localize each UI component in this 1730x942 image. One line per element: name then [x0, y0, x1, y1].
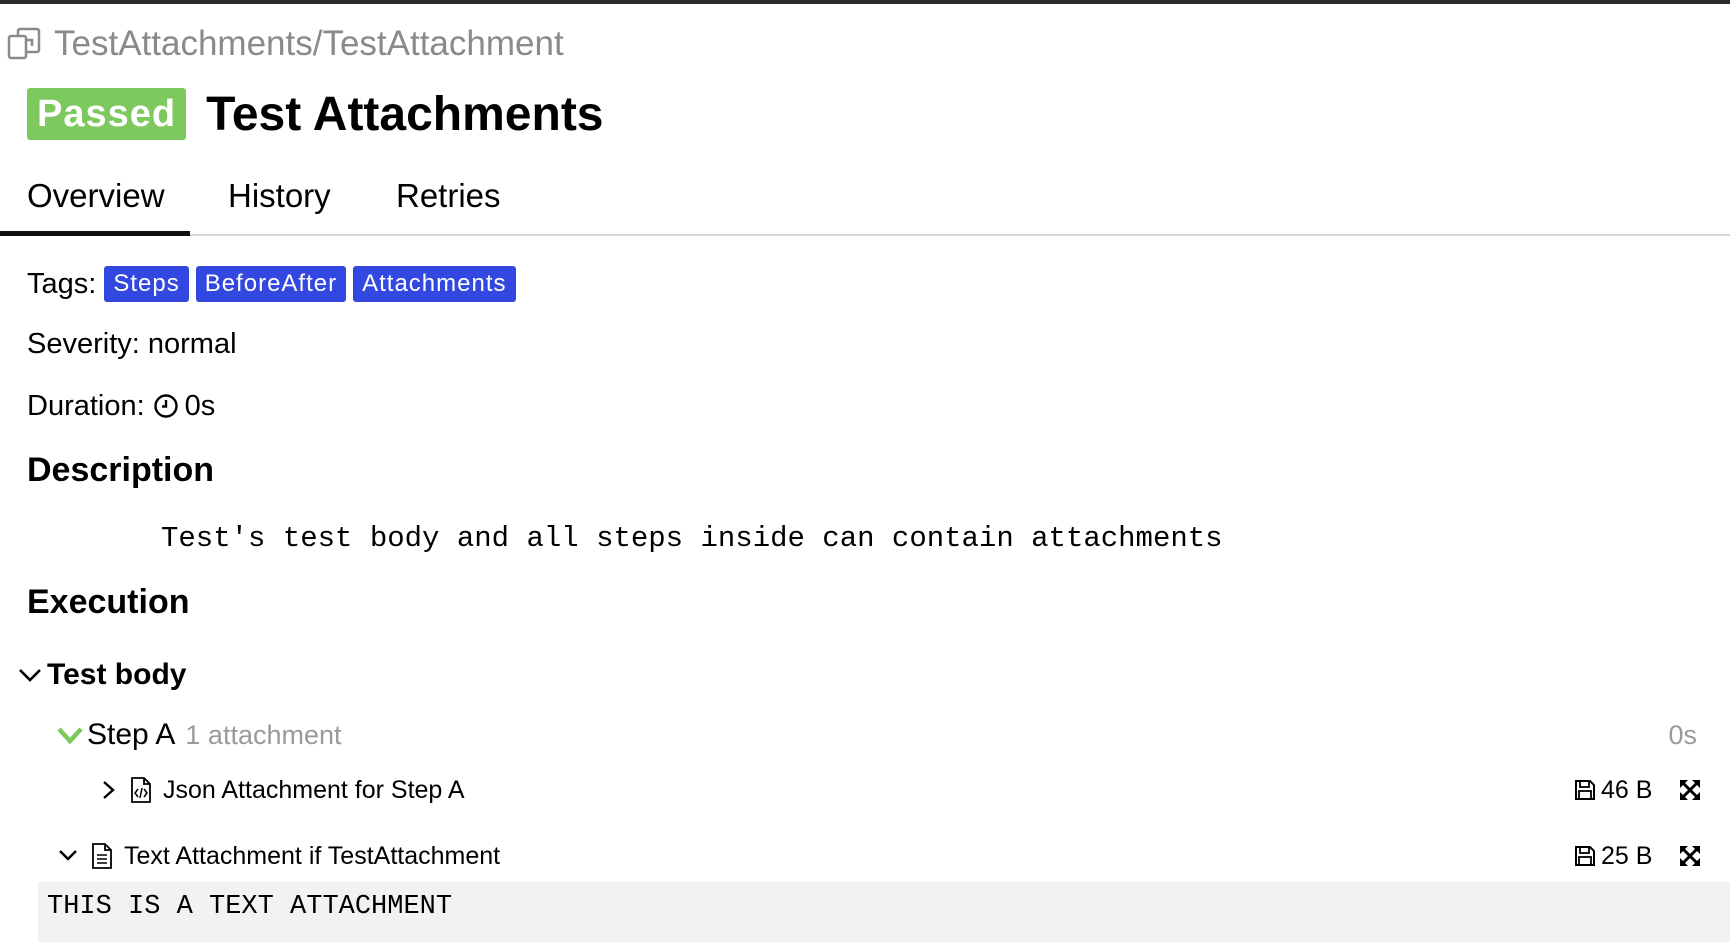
status-badge: Passed [27, 88, 187, 140]
page-title: Test Attachments [206, 87, 604, 141]
attachment-content-text: THIS IS A TEXT ATTACHMENT [47, 892, 453, 922]
tab-overview[interactable]: Overview [0, 168, 190, 236]
step-attachment-count: 1 attachment [185, 719, 342, 750]
tag-steps[interactable]: Steps [104, 266, 189, 302]
title-row: Passed Test Attachments [27, 86, 604, 142]
expand-icon[interactable] [1678, 778, 1702, 802]
description-heading: Description [27, 451, 215, 489]
step-duration: 0s [1668, 719, 1697, 750]
step-row[interactable]: Step A 1 attachment 0s [57, 715, 1697, 755]
expand-icon[interactable] [1678, 844, 1702, 868]
chevron-down-icon [56, 843, 80, 869]
attachment-size: 25 B [1574, 836, 1652, 876]
attachment-size: 46 B [1574, 770, 1652, 810]
tab-bar: Overview History Retries [0, 168, 1730, 236]
severity-text: Severity: normal [27, 327, 237, 360]
test-body-toggle[interactable]: Test body [17, 655, 186, 695]
breadcrumb[interactable]: TestAttachments/TestAttachment [6, 22, 564, 66]
chevron-right-icon [99, 777, 119, 803]
tag-attachments[interactable]: Attachments [353, 266, 516, 302]
breadcrumb-text[interactable]: TestAttachments/TestAttachment [54, 24, 564, 64]
copy-icon [6, 25, 44, 63]
tags-row: Tags: Steps BeforeAfter Attachments [27, 264, 516, 304]
duration-value: 0s [184, 389, 216, 422]
tab-history[interactable]: History [228, 168, 331, 234]
duration-label: Duration: [27, 389, 145, 422]
clock-icon [153, 393, 179, 419]
severity-row: Severity: normal [27, 324, 237, 364]
description-text: Test's test body and all steps inside ca… [161, 522, 1223, 555]
test-body-label: Test body [47, 658, 187, 691]
attachment-name: Json Attachment for Step A [163, 775, 465, 804]
tab-retries[interactable]: Retries [396, 168, 501, 234]
save-icon [1574, 779, 1596, 801]
attachment-row-text[interactable]: Text Attachment if TestAttachment [56, 836, 500, 876]
attachment-content: THIS IS A TEXT ATTACHMENT [38, 882, 1730, 942]
json-file-icon [129, 776, 153, 804]
chevron-down-icon [17, 662, 43, 688]
save-icon [1574, 845, 1596, 867]
tags-label: Tags: [27, 267, 97, 300]
duration-row: Duration: 0s [27, 386, 215, 426]
tag-beforeafter[interactable]: BeforeAfter [195, 266, 347, 302]
attachment-size-value: 46 B [1601, 775, 1653, 804]
attachment-row-json[interactable]: Json Attachment for Step A [99, 770, 465, 810]
execution-heading: Execution [27, 583, 190, 621]
attachment-name: Text Attachment if TestAttachment [124, 841, 501, 870]
text-file-icon [90, 842, 114, 870]
attachment-size-value: 25 B [1601, 841, 1653, 870]
top-border [0, 0, 1730, 4]
check-chevron-icon [57, 722, 83, 748]
step-name: Step A [87, 718, 176, 751]
